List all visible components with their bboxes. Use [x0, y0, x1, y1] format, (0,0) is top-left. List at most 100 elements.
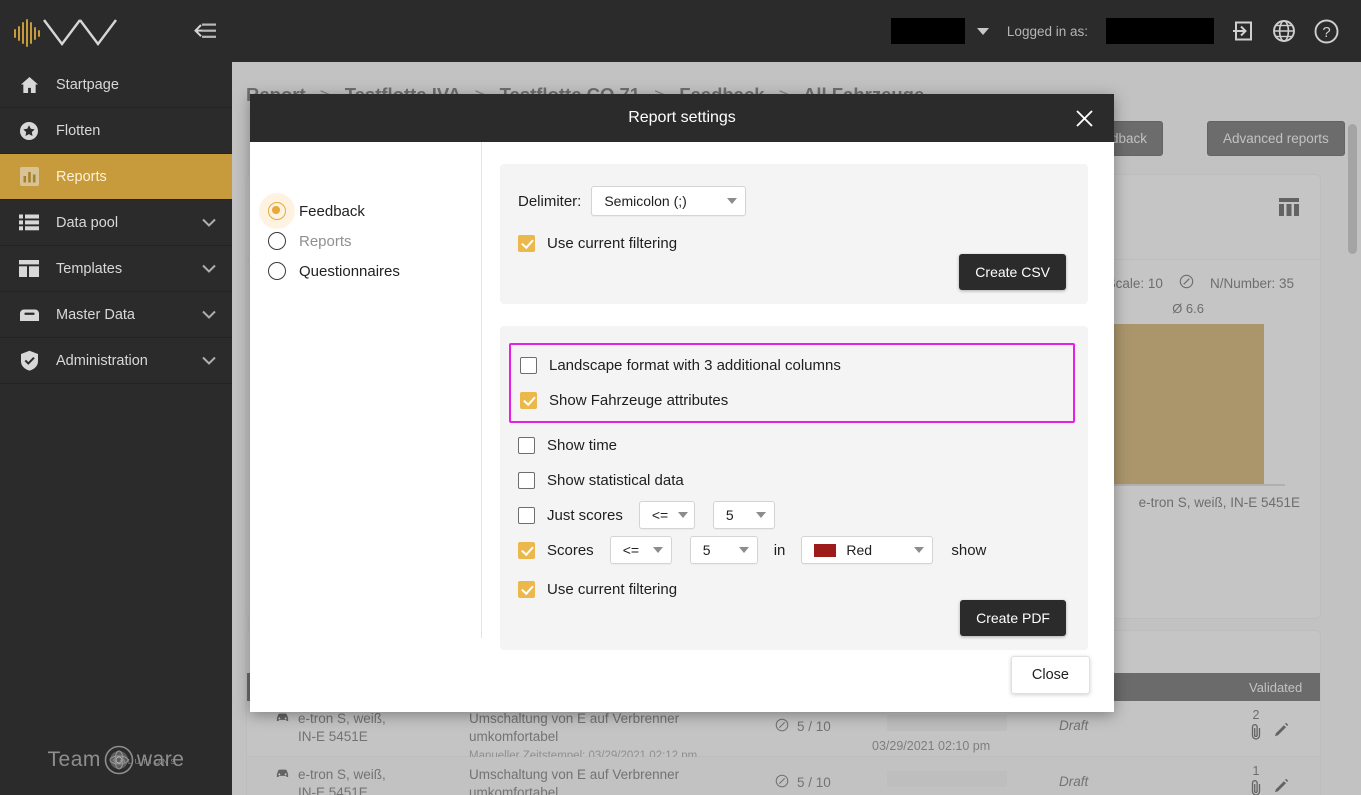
- sidebar-item-templates[interactable]: Templates: [0, 246, 232, 292]
- collapse-sidebar-button[interactable]: [192, 20, 218, 42]
- chevron-down-icon: [755, 512, 766, 518]
- sidebar-item-label: Startpage: [56, 76, 119, 93]
- radio-label: Feedback: [299, 202, 365, 220]
- scores-color-select[interactable]: Red: [801, 536, 934, 564]
- radio-feedback[interactable]: Feedback: [259, 193, 481, 229]
- checkbox-indicator: [520, 391, 537, 409]
- chevron-down-icon[interactable]: [202, 261, 216, 277]
- create-pdf-button[interactable]: Create PDF: [960, 600, 1066, 636]
- just-scores-value: 5: [725, 507, 734, 523]
- chevron-down-icon: [976, 27, 989, 35]
- sidebar-item-label: Templates: [56, 260, 123, 277]
- help-icon[interactable]: ?: [1314, 19, 1339, 44]
- scores-value: 5: [702, 542, 711, 558]
- logo-bars-icon: [14, 18, 40, 48]
- checkbox-label: Show Fahrzeuge attributes: [549, 391, 729, 409]
- report-type-group: Feedback Reports Questionnaires: [250, 142, 482, 638]
- chevron-down-icon: [914, 547, 925, 553]
- csv-panel: Delimiter: Semicolon (;) Use current fil…: [500, 164, 1088, 304]
- checkbox-label: Use current filtering: [547, 580, 678, 598]
- delimiter-select[interactable]: Semicolon (;): [591, 186, 747, 216]
- chevron-down-icon: [652, 547, 663, 553]
- pdf-use-current-filtering-checkbox[interactable]: Use current filtering: [518, 576, 1066, 602]
- create-csv-button[interactable]: Create CSV: [959, 254, 1066, 290]
- chevron-down-icon: [727, 198, 738, 204]
- sidebar-item-reports[interactable]: Reports: [0, 154, 232, 200]
- chevron-down-icon[interactable]: [202, 307, 216, 323]
- scores-operator-select[interactable]: <=: [609, 536, 672, 564]
- scores-color-value: Red: [846, 542, 873, 558]
- checkbox-label: Show time: [547, 436, 618, 454]
- scores-show-label: show: [951, 541, 987, 559]
- settings-panels: Delimiter: Semicolon (;) Use current fil…: [482, 142, 1114, 650]
- delimiter-select-value: Semicolon (;): [604, 193, 687, 209]
- close-icon[interactable]: [1072, 106, 1096, 130]
- checkbox-label: Landscape format with 3 additional colum…: [549, 356, 841, 374]
- checkbox-indicator: [520, 356, 537, 374]
- scores-in-label: in: [773, 541, 786, 559]
- bar-chart-icon: [18, 167, 40, 186]
- chevron-down-icon[interactable]: [202, 215, 216, 231]
- landscape-format-checkbox[interactable]: Landscape format with 3 additional colum…: [520, 352, 1064, 378]
- tenant-select[interactable]: [890, 18, 989, 44]
- star-icon: [18, 121, 40, 141]
- archive-box-icon: [18, 307, 40, 322]
- just-scores-checkbox[interactable]: [518, 506, 535, 524]
- layout-icon: [18, 260, 40, 277]
- sidebar-item-data-pool[interactable]: Data pool: [0, 200, 232, 246]
- checkbox-indicator: [518, 580, 535, 598]
- dialog-body: Feedback Reports Questionnaires Delimite…: [250, 142, 1114, 650]
- app-logo: [14, 14, 192, 48]
- just-scores-operator-select[interactable]: <=: [638, 501, 695, 529]
- checkbox-indicator: [518, 234, 535, 252]
- csv-use-current-filtering-checkbox[interactable]: Use current filtering: [518, 230, 1066, 256]
- globe-icon[interactable]: [1272, 19, 1296, 43]
- show-time-checkbox[interactable]: Show time: [518, 432, 1066, 458]
- logged-in-label: Logged in as:: [1006, 23, 1088, 39]
- radio-label: Reports: [299, 232, 352, 250]
- close-button[interactable]: Close: [1010, 656, 1090, 694]
- home-icon: [18, 76, 40, 94]
- company-logo-subtitle: SOLUTIONS: [112, 757, 178, 766]
- highlighted-options-box: Landscape format with 3 additional colum…: [509, 343, 1075, 423]
- sidebar-item-flotten[interactable]: Flotten: [0, 108, 232, 154]
- scores-row: Scores <= 5 in Red show: [518, 536, 1066, 564]
- company-logo-team: Team: [47, 748, 101, 771]
- just-scores-operator-value: <=: [651, 507, 669, 523]
- logo-chevrons-icon: [43, 19, 117, 46]
- user-value-redacted: [1106, 18, 1214, 44]
- dialog-header: Report settings: [250, 94, 1114, 142]
- scores-checkbox[interactable]: [518, 541, 535, 559]
- database-list-icon: [18, 214, 40, 231]
- sidebar-header: [0, 0, 232, 62]
- company-logo: Team ware SOLUTIONS: [0, 745, 232, 775]
- checkbox-indicator: [518, 471, 535, 489]
- sidebar-item-administration[interactable]: Administration: [0, 338, 232, 384]
- checkbox-label: Use current filtering: [547, 234, 678, 252]
- radio-label: Questionnaires: [299, 262, 400, 280]
- chevron-down-icon: [678, 512, 689, 518]
- scores-value-select[interactable]: 5: [689, 536, 758, 564]
- pdf-panel: Landscape format with 3 additional colum…: [500, 326, 1088, 650]
- sidebar-item-label: Data pool: [56, 214, 119, 231]
- scores-label: Scores: [547, 541, 594, 559]
- sidebar-item-master-data[interactable]: Master Data: [0, 292, 232, 338]
- show-fahrzeuge-attributes-checkbox[interactable]: Show Fahrzeuge attributes: [520, 387, 1064, 413]
- sidebar-item-startpage[interactable]: Startpage: [0, 62, 232, 108]
- radio-reports[interactable]: Reports: [268, 226, 481, 256]
- topbar: Logged in as: ?: [232, 0, 1361, 62]
- just-scores-value-select[interactable]: 5: [712, 501, 775, 529]
- just-scores-row: Just scores <= 5: [518, 501, 1066, 529]
- chevron-down-icon[interactable]: [202, 353, 216, 369]
- radio-questionnaires[interactable]: Questionnaires: [268, 256, 481, 286]
- logout-icon[interactable]: [1232, 20, 1254, 42]
- radio-indicator: [268, 262, 286, 280]
- show-statistical-data-checkbox[interactable]: Show statistical data: [518, 467, 1066, 493]
- radio-indicator: [268, 232, 286, 250]
- report-settings-dialog: Report settings Feedback Reports Questio…: [250, 94, 1114, 712]
- shield-check-icon: [18, 350, 40, 371]
- just-scores-label: Just scores: [547, 506, 623, 524]
- delimiter-label: Delimiter:: [518, 192, 582, 210]
- sidebar-item-label: Administration: [56, 352, 148, 369]
- tenant-value-redacted: [890, 18, 965, 44]
